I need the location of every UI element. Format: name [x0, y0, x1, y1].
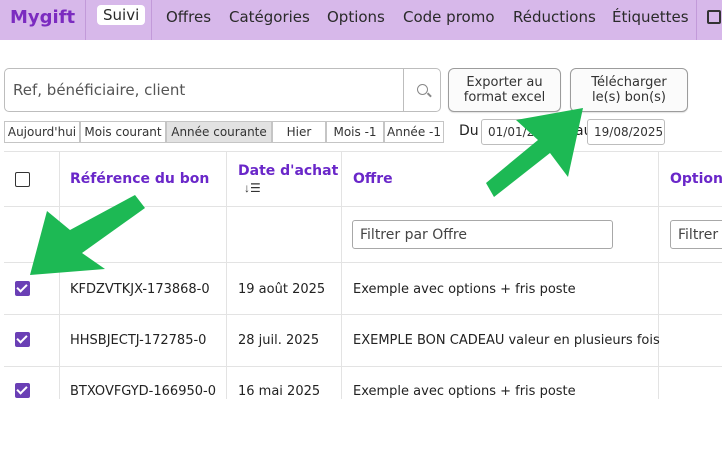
select-all-checkbox[interactable]: [15, 172, 30, 187]
search-divider: [403, 69, 404, 111]
table-row-border: [4, 366, 722, 367]
period-last-month-button[interactable]: Mois -1: [326, 121, 384, 143]
filter-options-input[interactable]: Filtrer par Options: [670, 220, 722, 249]
row-date: 28 juil. 2025: [238, 333, 320, 348]
filter-offer-input[interactable]: Filtrer par Offre: [352, 220, 613, 249]
arrow-to-checkbox-icon: [30, 195, 145, 275]
header-offer[interactable]: Offre: [353, 171, 393, 187]
export-label-line1: Exporter au: [466, 75, 543, 90]
nav-tab-categories[interactable]: Catégories: [229, 8, 310, 26]
download-label-line1: Télécharger: [591, 75, 667, 90]
nav-tab-reductions[interactable]: Réductions: [513, 8, 596, 26]
nav-tab-etiquettes[interactable]: Étiquettes: [612, 8, 689, 26]
top-nav: Mygift Suivi Offres Catégories Options C…: [0, 0, 722, 40]
row-reference: KFDZVTKJX-173868-0: [70, 282, 210, 297]
header-options[interactable]: Options: [670, 171, 722, 187]
table-col-border: [226, 151, 227, 399]
nav-more-button[interactable]: [696, 0, 722, 40]
table-header-border: [4, 206, 722, 207]
row-reference: BTXOVFGYD-166950-0: [70, 384, 216, 399]
row-checkbox[interactable]: [15, 281, 30, 296]
search-icon[interactable]: [417, 84, 428, 95]
search-box: [4, 68, 441, 112]
date-from-input[interactable]: 01/01/2025: [481, 119, 571, 145]
table-row-border: [4, 262, 722, 263]
register-icon: [707, 10, 721, 24]
date-from-label: Du: [459, 123, 479, 139]
period-yesterday-button[interactable]: Hier: [272, 121, 326, 143]
nav-divider: [151, 0, 152, 40]
nav-tab-options[interactable]: Options: [327, 8, 385, 26]
table-col-border: [59, 151, 60, 399]
period-last-year-button[interactable]: Année -1: [384, 121, 444, 143]
sort-desc-icon[interactable]: ↓☰: [244, 181, 261, 195]
table-col-border: [341, 151, 342, 399]
table-col-border: [658, 151, 659, 399]
download-vouchers-button[interactable]: Télécharger le(s) bon(s): [570, 68, 688, 112]
export-label-line2: format excel: [463, 90, 546, 105]
period-current-month-button[interactable]: Mois courant: [80, 121, 166, 143]
row-date: 16 mai 2025: [238, 384, 321, 399]
nav-tab-code-promo[interactable]: Code promo: [403, 8, 495, 26]
table-row-border: [4, 314, 722, 315]
nav-tab-offres[interactable]: Offres: [166, 8, 211, 26]
brand-logo[interactable]: Mygift: [10, 7, 75, 28]
export-excel-button[interactable]: Exporter au format excel: [448, 68, 561, 112]
row-offer: Exemple avec options + fris poste: [353, 282, 576, 297]
nav-tab-suivi[interactable]: Suivi: [97, 5, 146, 25]
date-to-input[interactable]: 19/08/2025: [587, 119, 665, 145]
header-reference[interactable]: Référence du bon: [70, 171, 209, 187]
header-date[interactable]: Date d'achat: [238, 163, 338, 179]
row-reference: HHSBJECTJ-172785-0: [70, 333, 207, 348]
period-today-button[interactable]: Aujourd'hui: [4, 121, 80, 143]
row-offer: EXEMPLE BON CADEAU valeur en plusieurs f…: [353, 333, 660, 348]
row-date: 19 août 2025: [238, 282, 326, 297]
row-checkbox[interactable]: [15, 383, 30, 398]
nav-divider: [85, 0, 86, 40]
table-top-border: [4, 151, 722, 152]
search-input[interactable]: [6, 70, 402, 110]
page-bottom-area: [0, 399, 722, 451]
period-current-year-button[interactable]: Année courante: [166, 121, 272, 143]
row-offer: Exemple avec options + fris poste: [353, 384, 576, 399]
row-checkbox[interactable]: [15, 332, 30, 347]
download-label-line2: le(s) bon(s): [591, 90, 667, 105]
